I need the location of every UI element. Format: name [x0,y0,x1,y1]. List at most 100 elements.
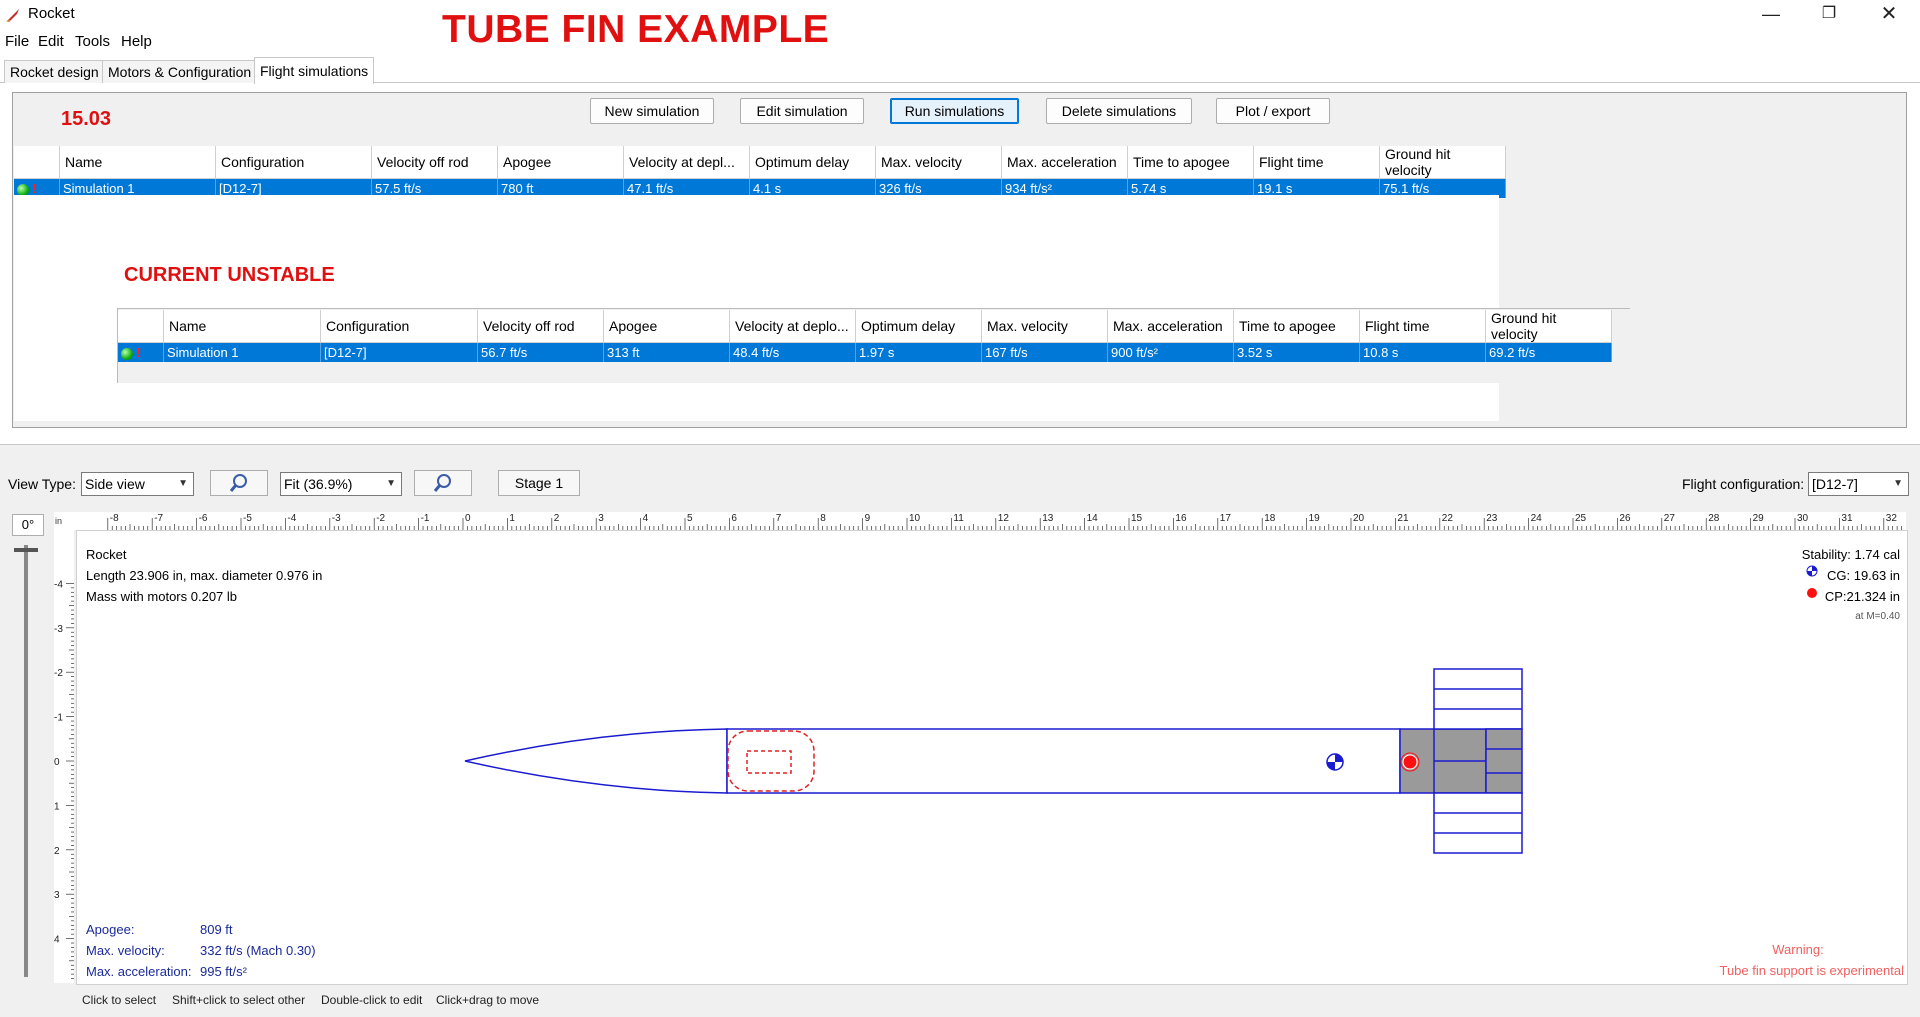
ruler-label: -6 [199,513,208,524]
column-flight-time[interactable]: Flight time [1359,310,1486,343]
menu-file[interactable]: File [5,33,29,50]
column-flight-time[interactable]: Flight time [1253,146,1380,179]
ruler-label: 4 [54,935,60,946]
column-max-velocity[interactable]: Max. velocity [981,310,1108,343]
warning-icon: ! [136,345,141,360]
column-ground-hit-velocity[interactable]: Ground hit velocity [1485,310,1612,343]
cp-value: CP:21.324 in [1824,589,1900,604]
plot-export-button[interactable]: Plot / export [1216,98,1330,124]
column-configuration[interactable]: Configuration [215,146,372,179]
zoom-out-button[interactable] [414,470,472,496]
view-type-select[interactable]: Side view ▼ [81,472,194,496]
ruler-label: 2 [54,846,60,857]
column-optimum-delay[interactable]: Optimum delay [855,310,982,343]
ruler-label: 15 [1131,513,1143,524]
tube-fin-bottom[interactable] [1433,792,1523,854]
cg-legend-icon [1806,565,1818,577]
ruler-label: 3 [598,513,604,524]
tube-fin-center[interactable] [1485,728,1523,794]
cp-legend-icon [1807,588,1817,598]
table-row[interactable]: ! Simulation 1 [D12-7] 56.7 ft/s 313 ft … [118,342,1612,362]
warning-title: Warning: [1772,942,1824,957]
cell-velocity-off-rod: 56.7 ft/s [477,342,604,362]
hint-click-drag: Click+drag to move [436,993,540,1007]
column-configuration[interactable]: Configuration [320,310,478,343]
ruler-label: 10 [909,513,921,524]
ruler-label: -2 [376,513,385,524]
minimize-icon[interactable]: — [1742,0,1800,28]
column-time-to-apogee[interactable]: Time to apogee [1127,146,1254,179]
column-name[interactable]: Name [59,146,216,179]
ruler-label: 32 [1886,513,1898,524]
zoom-select[interactable]: Fit (36.9%) ▼ [280,472,402,496]
cell-configuration: [D12-7] [320,342,478,362]
ruler-label: 31 [1841,513,1853,524]
ruler-label: -1 [54,713,63,724]
column-max-acceleration[interactable]: Max. acceleration [1001,146,1128,179]
max-acceleration-value: 995 ft/s² [200,964,247,979]
rocket-canvas[interactable] [76,530,1908,985]
zoom-out-icon [433,474,451,492]
ruler-label: 23 [1486,513,1498,524]
zoom-in-button[interactable] [210,470,268,496]
tab-motors-configuration[interactable]: Motors & Configuration [102,60,258,83]
horizontal-ruler: -8 -7 -6 -5 -4 -3 -2 -1 0 1 2 3 4 5 6 7 8 9 10 11 12 13 14 15 16… [54,512,1906,530]
column-name[interactable]: Name [163,310,321,343]
ruler-label: 6 [731,513,737,524]
mach-value: at M=0.40 [1855,611,1900,622]
ruler-label: -3 [332,513,341,524]
column-apogee[interactable]: Apogee [497,146,624,179]
rotation-angle-button[interactable]: 0° [12,514,44,536]
hint-shift-click: Shift+click to select other [172,993,306,1007]
new-simulation-button[interactable]: New simulation [590,98,714,124]
ruler-label: 11 [953,513,964,524]
ruler-label: 2 [554,513,560,524]
rotation-slider-track[interactable] [24,545,28,977]
chevron-down-icon: ▼ [386,478,396,489]
edit-simulation-button[interactable]: Edit simulation [740,98,864,124]
body-tube[interactable] [726,728,1401,794]
column-velocity-at-deployment[interactable]: Velocity at depl... [623,146,750,179]
close-icon[interactable]: ✕ [1860,0,1918,28]
title-bar [0,0,1920,28]
ruler-label: 28 [1708,513,1720,524]
nose-cone[interactable] [464,728,728,794]
menu-edit[interactable]: Edit [38,33,64,50]
column-max-velocity[interactable]: Max. velocity [875,146,1002,179]
column-velocity-at-deployment[interactable]: Velocity at deplo... [729,310,856,343]
tab-flight-simulations[interactable]: Flight simulations [254,57,375,84]
cell-apogee: 313 ft [603,342,730,362]
column-max-acceleration[interactable]: Max. acceleration [1107,310,1234,343]
restore-icon[interactable]: ❐ [1800,0,1858,28]
vertical-ruler: -4 -3 -2 -1 0 1 2 3 4 [54,530,74,983]
ruler-label: -7 [154,513,163,524]
menu-help[interactable]: Help [121,33,152,50]
tab-rocket-design[interactable]: Rocket design [4,60,105,83]
cell-optimum-delay: 1.97 s [855,342,982,362]
cell-ground-hit-velocity: 69.2 ft/s [1485,342,1612,362]
delete-simulations-button[interactable]: Delete simulations [1046,98,1192,124]
ruler-label: 21 [1397,513,1409,524]
column-ground-hit-velocity[interactable]: Ground hit velocity [1379,146,1506,179]
column-time-to-apogee[interactable]: Time to apogee [1233,310,1360,343]
menu-tools[interactable]: Tools [75,33,110,50]
ruler-label: -4 [54,579,63,590]
tube-fin-top[interactable] [1433,668,1523,730]
chevron-down-icon: ▼ [1893,478,1903,489]
flight-configuration-value: [D12-7] [1812,476,1858,492]
ruler-label: 3 [54,890,60,901]
rotation-slider-thumb[interactable] [14,548,38,552]
column-velocity-off-rod[interactable]: Velocity off rod [477,310,604,343]
column-optimum-delay[interactable]: Optimum delay [749,146,876,179]
column-velocity-off-rod[interactable]: Velocity off rod [371,146,498,179]
ruler-label: 29 [1753,513,1765,524]
stage-1-button[interactable]: Stage 1 [498,470,580,496]
run-simulations-button[interactable]: Run simulations [890,98,1019,124]
ruler-label: 12 [998,513,1010,524]
rocket-drawing[interactable] [77,531,1907,984]
flight-configuration-select[interactable]: [D12-7] ▼ [1808,472,1909,496]
column-apogee[interactable]: Apogee [603,310,730,343]
hint-click-select: Click to select [82,993,157,1007]
column-status [14,146,60,179]
ruler-label: -2 [54,668,63,679]
